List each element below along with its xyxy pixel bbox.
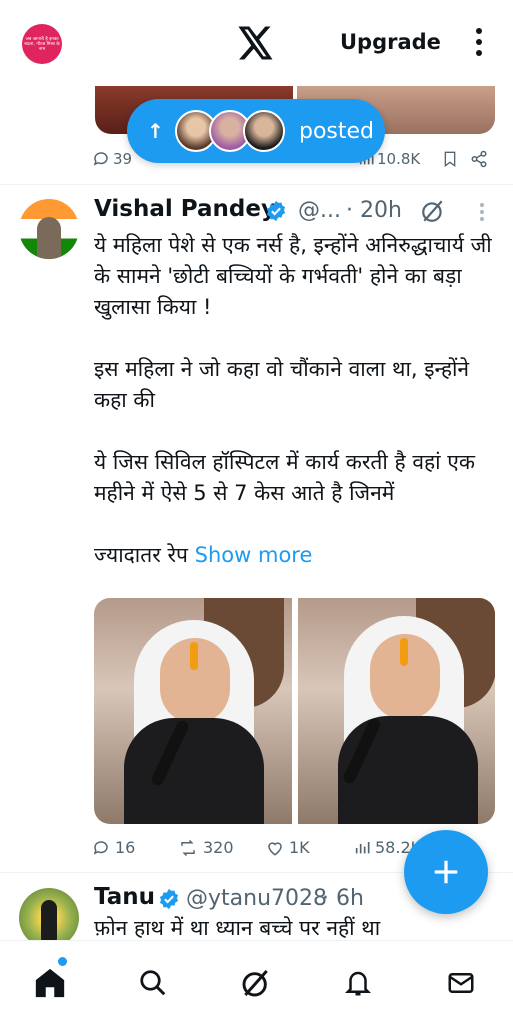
avatar[interactable] — [19, 199, 79, 259]
repost-count: 320 — [203, 838, 234, 857]
profile-avatar[interactable]: जब जानारी है इनका बदला, नीरज मिश्रा के न… — [22, 24, 62, 64]
repost-button[interactable]: 320 — [178, 838, 234, 857]
home-notification-dot — [58, 957, 67, 966]
tweet-more-icon[interactable] — [480, 203, 484, 224]
show-more-link[interactable]: Show more — [195, 543, 313, 567]
tweet-time[interactable]: · 6h — [322, 886, 364, 911]
repost-icon — [181, 839, 195, 856]
views-count: 10.8K — [377, 150, 421, 168]
new-posts-pill[interactable]: ↑ posted — [127, 99, 385, 163]
notifications-icon — [344, 971, 372, 996]
heart-icon — [268, 841, 282, 856]
reply-icon — [93, 152, 108, 166]
avatar[interactable] — [19, 888, 79, 948]
arrow-up-icon: ↑ — [147, 119, 164, 143]
author-name[interactable]: Vishal Pandey — [94, 196, 276, 222]
author-name[interactable]: Tanu — [94, 884, 155, 910]
plus-icon — [434, 860, 458, 884]
nav-messages[interactable] — [441, 963, 481, 1003]
tweet-media-image-1[interactable] — [94, 598, 292, 824]
nav-notifications[interactable] — [338, 963, 378, 1003]
grok-icon — [242, 970, 268, 997]
tweet-time[interactable]: · 20h — [346, 198, 402, 223]
author-handle[interactable]: @... — [298, 198, 341, 223]
verified-badge-icon — [159, 888, 179, 910]
divider — [0, 184, 513, 185]
bookmark-button[interactable] — [442, 150, 458, 168]
reply-button[interactable]: 16 — [92, 838, 135, 857]
messages-icon — [448, 973, 474, 993]
avatar-figure — [37, 217, 61, 259]
compose-button[interactable] — [404, 830, 488, 914]
verified-badge-icon — [266, 200, 286, 222]
nav-grok[interactable] — [236, 963, 276, 1003]
home-icon — [35, 968, 65, 998]
nav-search[interactable] — [133, 963, 173, 1003]
share-icon — [471, 150, 487, 168]
author-handle[interactable]: @ytanu7028 — [186, 886, 327, 911]
bookmark-icon — [444, 151, 456, 167]
bottom-navigation — [0, 940, 513, 1025]
reply-button[interactable]: 39 — [92, 150, 132, 168]
top-bar: जब जानारी है इनका बदला, नीरज मिश्रा के न… — [0, 0, 513, 86]
reply-icon — [93, 840, 108, 855]
profile-avatar-text: जब जानारी है इनका बदला, नीरज मिश्रा के न… — [24, 36, 60, 52]
share-button[interactable] — [470, 150, 488, 168]
tweet-text: फ़ोन हाथ में था ध्यान बच्चे पर नहीं था — [94, 916, 381, 940]
posted-label: posted — [299, 118, 375, 144]
nav-home[interactable] — [30, 963, 70, 1003]
search-icon — [140, 970, 166, 996]
tweet-paragraph: इस महिला ने जो कहा वो चौंकाने वाला था, इ… — [94, 357, 470, 412]
pill-avatar — [243, 110, 285, 152]
like-count: 1K — [289, 838, 310, 857]
more-options-icon[interactable] — [476, 28, 482, 61]
upgrade-button[interactable]: Upgrade — [340, 30, 441, 54]
like-button[interactable]: 1K — [266, 838, 310, 857]
tweet-paragraph: ये जिस सिविल हॉस्पिटल में कार्य करती है … — [94, 450, 475, 505]
x-logo-icon — [238, 26, 273, 60]
tweet-text: ये महिला पेशे से एक नर्स है, इन्होंने अन… — [94, 230, 494, 571]
views-icon — [355, 841, 370, 853]
grok-icon[interactable] — [420, 198, 446, 224]
tweet-media-image-2[interactable] — [298, 598, 495, 824]
tweet-paragraph: ज्यादातर रेप — [94, 543, 195, 567]
reply-count: 16 — [115, 838, 136, 857]
reply-count: 39 — [113, 150, 133, 168]
tweet-paragraph: ये महिला पेशे से एक नर्स है, इन्होंने अन… — [94, 233, 492, 319]
